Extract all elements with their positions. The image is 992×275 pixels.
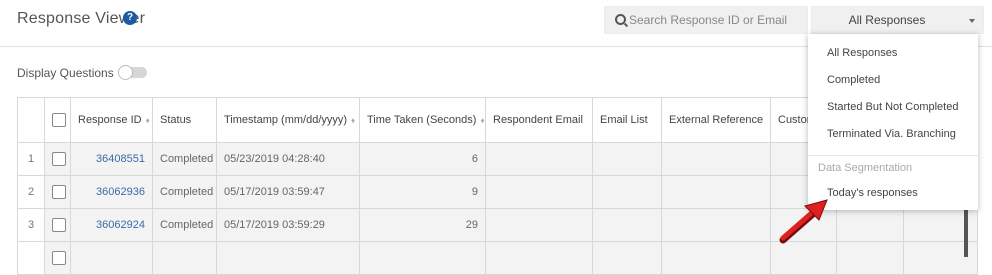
status-cell: Completed (152, 208, 217, 242)
response-id-cell[interactable]: 36408551 (70, 142, 153, 176)
timestamp-cell: 05/17/2019 03:59:47 (216, 175, 360, 209)
response-filter-menu: All Responses Completed Started But Not … (808, 34, 978, 210)
help-icon[interactable]: ? (123, 11, 137, 25)
row-checkbox[interactable] (52, 218, 66, 232)
menu-item-terminated-via-branching[interactable]: Terminated Via. Branching (808, 121, 978, 147)
column-header-label: Email List (600, 114, 648, 126)
row-select-cell (44, 175, 71, 209)
timestamp-cell: 05/23/2019 04:28:40 (216, 142, 360, 176)
timestamp-cell: 05/17/2019 03:59:29 (216, 208, 360, 242)
sort-icon[interactable]: ♦ (480, 116, 484, 125)
menu-item-completed[interactable]: Completed (808, 67, 978, 93)
response-id-cell[interactable]: 36062924 (70, 208, 153, 242)
select-all-checkbox[interactable] (52, 113, 66, 127)
row-number: 2 (17, 175, 45, 209)
sort-icon[interactable]: ♦ (351, 116, 355, 125)
email-list-cell (592, 175, 662, 209)
column-header-label: Time Taken (Seconds) (367, 114, 477, 126)
extra-cell (836, 208, 904, 242)
column-header-label: External Reference (669, 114, 764, 126)
row-checkbox[interactable] (52, 251, 66, 265)
row-checkbox[interactable] (52, 185, 66, 199)
time-taken-cell: 9 (359, 175, 486, 209)
sort-icon[interactable]: ♦ (146, 116, 150, 125)
timestamp-cell (216, 241, 360, 275)
status-cell: Completed (152, 142, 217, 176)
response-id-cell[interactable]: 36062936 (70, 175, 153, 209)
row-checkbox[interactable] (52, 152, 66, 166)
extra-cell (836, 241, 904, 275)
row-select-cell (44, 142, 71, 176)
column-header-status[interactable]: Status (152, 97, 217, 143)
time-taken-cell: 29 (359, 208, 486, 242)
external-reference-cell (661, 241, 771, 275)
row-number: 3 (17, 208, 45, 242)
respondent-email-cell (485, 142, 593, 176)
response-id-cell[interactable] (70, 241, 153, 275)
row-select-cell (44, 241, 71, 275)
email-list-cell (592, 142, 662, 176)
menu-item-all-responses[interactable]: All Responses (808, 40, 978, 66)
row-number-header (17, 97, 45, 143)
column-header-label: Response ID (78, 114, 142, 126)
menu-item-started-not-completed[interactable]: Started But Not Completed (808, 94, 978, 120)
respondent-email-cell (485, 208, 593, 242)
status-cell: Completed (152, 175, 217, 209)
email-list-cell (592, 241, 662, 275)
chevron-down-icon (969, 19, 975, 23)
column-header-time-taken[interactable]: Time Taken (Seconds) ♦ (359, 97, 486, 143)
annotation-arrow-icon (779, 199, 828, 244)
display-questions-toggle[interactable] (118, 65, 147, 80)
respondent-email-cell (485, 241, 593, 275)
column-header-external-reference[interactable]: External Reference (661, 97, 771, 143)
column-header-email-list[interactable]: Email List (592, 97, 662, 143)
respondent-email-cell (485, 175, 593, 209)
column-header-label: Timestamp (mm/dd/yyyy) (224, 114, 348, 126)
row-select-cell (44, 208, 71, 242)
display-questions-label: Display Questions (17, 66, 114, 80)
custom-cell (770, 241, 837, 275)
time-taken-cell (359, 241, 486, 275)
external-reference-cell (661, 208, 771, 242)
table-row[interactable] (17, 241, 978, 275)
search-box[interactable] (604, 6, 808, 34)
search-input[interactable] (629, 7, 803, 33)
response-filter-value: All Responses (848, 13, 926, 27)
external-reference-cell (661, 142, 771, 176)
response-filter-select[interactable]: All Responses (811, 6, 984, 34)
column-header-label: Status (160, 114, 192, 126)
column-header-response-id[interactable]: Response ID ♦ (70, 97, 153, 143)
menu-divider (808, 155, 978, 156)
time-taken-cell: 6 (359, 142, 486, 176)
menu-group-label: Data Segmentation (818, 162, 913, 174)
external-reference-cell (661, 175, 771, 209)
email-list-cell (592, 208, 662, 242)
column-header-timestamp[interactable]: Timestamp (mm/dd/yyyy) ♦ (216, 97, 360, 143)
column-header-label: Respondent Email (493, 114, 583, 126)
column-header-respondent-email[interactable]: Respondent Email (485, 97, 593, 143)
row-number (17, 241, 45, 275)
search-icon (615, 14, 626, 25)
toggle-knob[interactable] (118, 65, 133, 80)
status-cell (152, 241, 217, 275)
select-all-cell (44, 97, 71, 143)
row-number: 1 (17, 142, 45, 176)
